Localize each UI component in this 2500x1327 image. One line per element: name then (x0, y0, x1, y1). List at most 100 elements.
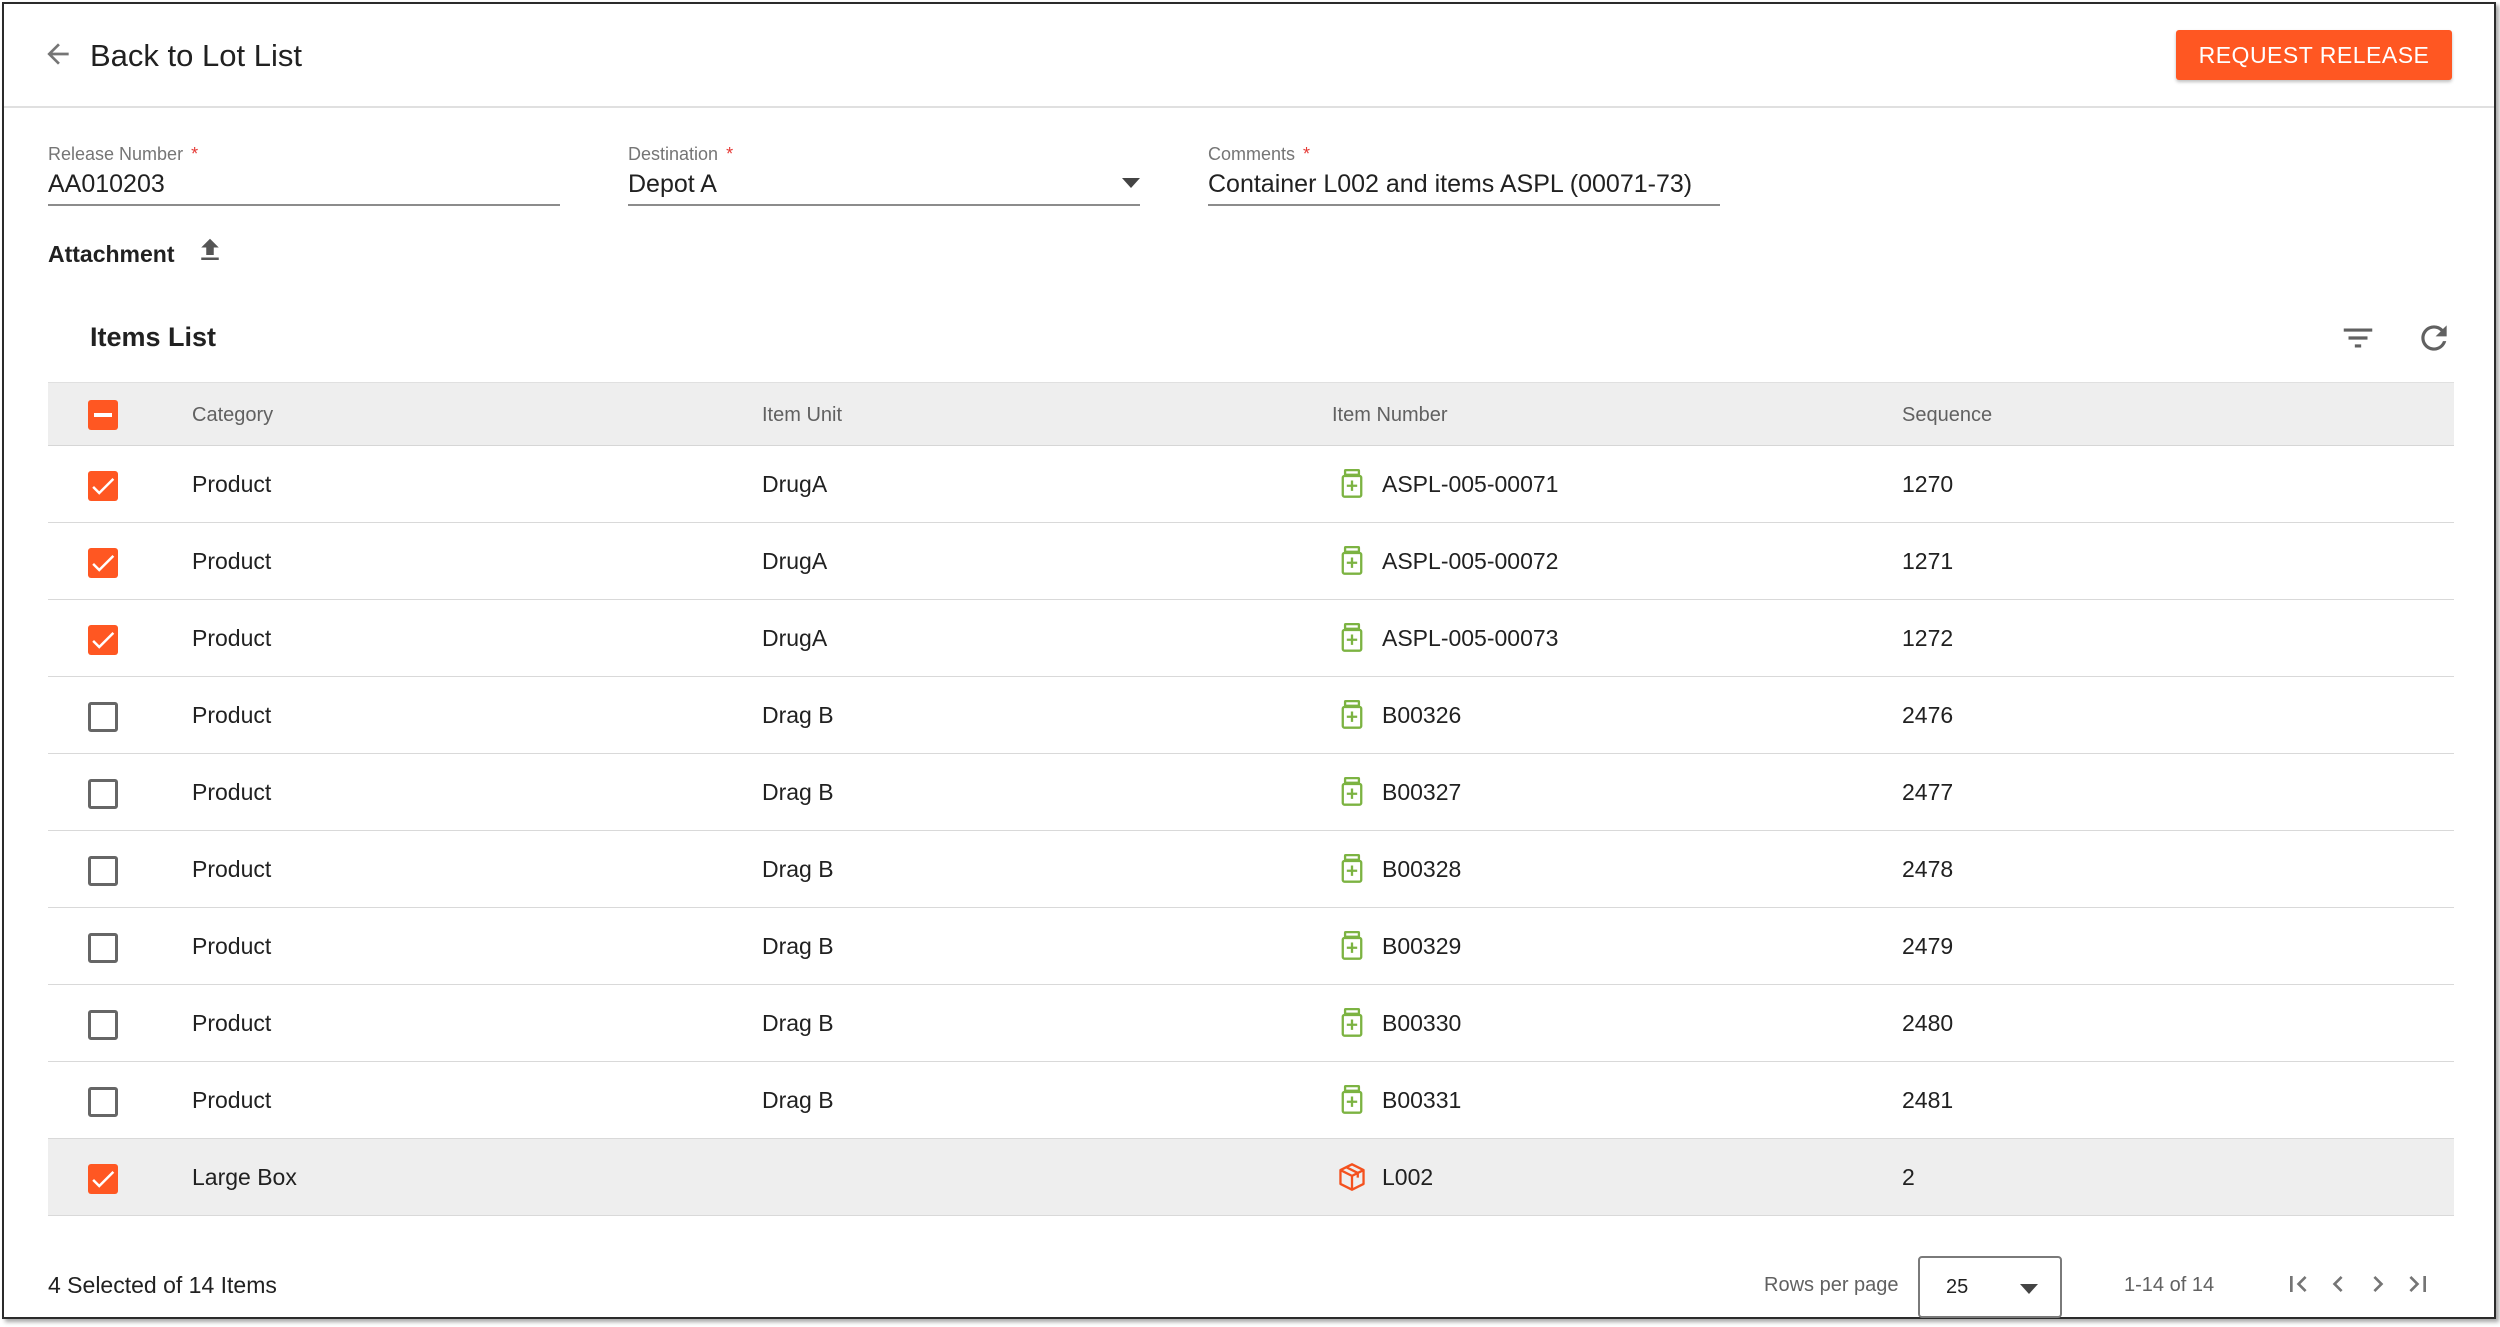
request-release-button[interactable]: REQUEST RELEASE (2176, 30, 2452, 80)
select-all-checkbox[interactable] (88, 400, 118, 430)
release-number-label: Release Number * (48, 144, 199, 164)
release-number-field[interactable]: Release Number * AA010203 (48, 144, 560, 206)
attachment-label: Attachment (48, 241, 175, 267)
column-header-item-number[interactable]: Item Number (1332, 383, 1448, 447)
rows-per-page-value: 25 (1946, 1276, 1969, 1298)
item-number-text: L002 (1382, 1164, 1434, 1190)
row-checkbox[interactable] (88, 856, 118, 886)
cell-item-unit: DrugA (762, 625, 828, 651)
table-row[interactable]: Product Drag B B00330 2480 (48, 985, 2454, 1062)
cell-category: Product (192, 548, 272, 574)
release-request-panel: Back to Lot List REQUEST RELEASE Release… (2, 2, 2496, 1319)
cell-category: Product (192, 933, 272, 959)
required-mark: * (191, 144, 199, 164)
cell-item-unit: Drag B (762, 702, 834, 728)
item-number-text: ASPL-005-00073 (1382, 625, 1559, 651)
row-checkbox[interactable] (88, 779, 118, 809)
medicine-bottle-icon (1338, 1085, 1366, 1115)
item-number-text: ASPL-005-00071 (1382, 471, 1559, 497)
back-link-label: Back to Lot List (90, 38, 302, 73)
cell-item-unit: Drag B (762, 1087, 834, 1113)
item-number-text: B00331 (1382, 1087, 1462, 1113)
cell-category: Product (192, 1010, 272, 1036)
page-header: Back to Lot List REQUEST RELEASE (4, 4, 2494, 108)
cell-category: Product (192, 471, 272, 497)
row-checkbox[interactable] (88, 702, 118, 732)
cell-item-unit: Drag B (762, 1010, 834, 1036)
attachment-row: Attachment (48, 238, 225, 271)
previous-page-icon[interactable] (2322, 1268, 2354, 1300)
column-header-category[interactable]: Category (192, 383, 273, 447)
dropdown-caret-icon (1122, 178, 1140, 188)
row-checkbox[interactable] (88, 471, 118, 501)
cell-sequence: 1272 (1902, 625, 1954, 651)
row-checkbox[interactable] (88, 1010, 118, 1040)
medicine-bottle-icon (1338, 469, 1366, 499)
column-header-item-unit[interactable]: Item Unit (762, 383, 842, 447)
required-mark: * (726, 144, 734, 164)
filter-icon[interactable] (2338, 318, 2378, 358)
column-header-sequence[interactable]: Sequence (1902, 383, 1992, 447)
required-mark: * (1303, 144, 1311, 164)
table-row[interactable]: Product Drag B B00327 2477 (48, 754, 2454, 831)
table-row[interactable]: Product Drag B B00328 2478 (48, 831, 2454, 908)
last-page-icon[interactable] (2402, 1268, 2434, 1300)
table-row[interactable]: Product DrugA ASPL-005-00073 1272 (48, 600, 2454, 677)
release-number-value: AA010203 (48, 170, 165, 198)
cell-sequence: 2478 (1902, 856, 1954, 882)
cell-sequence: 2480 (1902, 1010, 1954, 1036)
destination-select[interactable]: Destination * Depot A (628, 144, 1140, 206)
item-number-text: B00327 (1382, 779, 1462, 805)
row-checkbox[interactable] (88, 548, 118, 578)
comments-label: Comments * (1208, 144, 1311, 164)
rows-per-page-label: Rows per page (1764, 1274, 1899, 1296)
row-checkbox[interactable] (88, 625, 118, 655)
comments-value: Container L002 and items ASPL (00071-73) (1208, 170, 1693, 198)
table-row[interactable]: Large Box L002 2 (48, 1139, 2454, 1216)
destination-label: Destination * (628, 144, 734, 164)
cell-sequence: 1270 (1902, 471, 1954, 497)
comments-field[interactable]: Comments * Container L002 and items ASPL … (1208, 144, 1720, 206)
item-number-text: B00326 (1382, 702, 1462, 728)
first-page-icon[interactable] (2282, 1268, 2314, 1300)
pagination-range: 1-14 of 14 (2124, 1274, 2215, 1296)
next-page-icon[interactable] (2362, 1268, 2394, 1300)
item-number-text: ASPL-005-00072 (1382, 548, 1559, 574)
medicine-bottle-icon (1338, 854, 1366, 884)
dropdown-caret-icon (2020, 1284, 2038, 1294)
cell-item-unit: Drag B (762, 933, 834, 959)
item-number-text: B00328 (1382, 856, 1462, 882)
items-table: Category Item Unit Item Number Sequence … (48, 382, 2454, 1216)
back-to-lot-list-link[interactable]: Back to Lot List (42, 36, 302, 76)
table-body: Product DrugA ASPL-005-00071 1270 Product Dru… (48, 446, 2454, 1216)
table-row[interactable]: Product DrugA ASPL-005-00072 1271 (48, 523, 2454, 600)
medicine-bottle-icon (1338, 931, 1366, 961)
cell-category: Product (192, 625, 272, 651)
selection-summary: 4 Selected of 14 Items (48, 1272, 277, 1298)
row-checkbox[interactable] (88, 933, 118, 963)
arrow-left-icon (42, 38, 74, 75)
medicine-bottle-icon (1338, 546, 1366, 576)
item-number-text: B00329 (1382, 933, 1462, 959)
row-checkbox[interactable] (88, 1164, 118, 1194)
cell-sequence: 1271 (1902, 548, 1954, 574)
refresh-icon[interactable] (2414, 318, 2454, 358)
cell-category: Large Box (192, 1164, 297, 1190)
table-row[interactable]: Product Drag B B00329 2479 (48, 908, 2454, 985)
row-checkbox[interactable] (88, 1087, 118, 1117)
cell-category: Product (192, 702, 272, 728)
medicine-bottle-icon (1338, 777, 1366, 807)
cell-sequence: 2 (1902, 1164, 1915, 1190)
destination-value: Depot A (628, 170, 717, 198)
cell-category: Product (192, 779, 272, 805)
table-header-row: Category Item Unit Item Number Sequence (48, 382, 2454, 446)
rows-per-page-select[interactable]: 25 (1918, 1256, 2062, 1318)
upload-icon[interactable] (175, 238, 225, 271)
cell-category: Product (192, 1087, 272, 1113)
table-row[interactable]: Product Drag B B00331 2481 (48, 1062, 2454, 1139)
table-row[interactable]: Product DrugA ASPL-005-00071 1270 (48, 446, 2454, 523)
table-row[interactable]: Product Drag B B00326 2476 (48, 677, 2454, 754)
cell-sequence: 2477 (1902, 779, 1954, 805)
medicine-bottle-icon (1338, 623, 1366, 653)
cell-category: Product (192, 856, 272, 882)
